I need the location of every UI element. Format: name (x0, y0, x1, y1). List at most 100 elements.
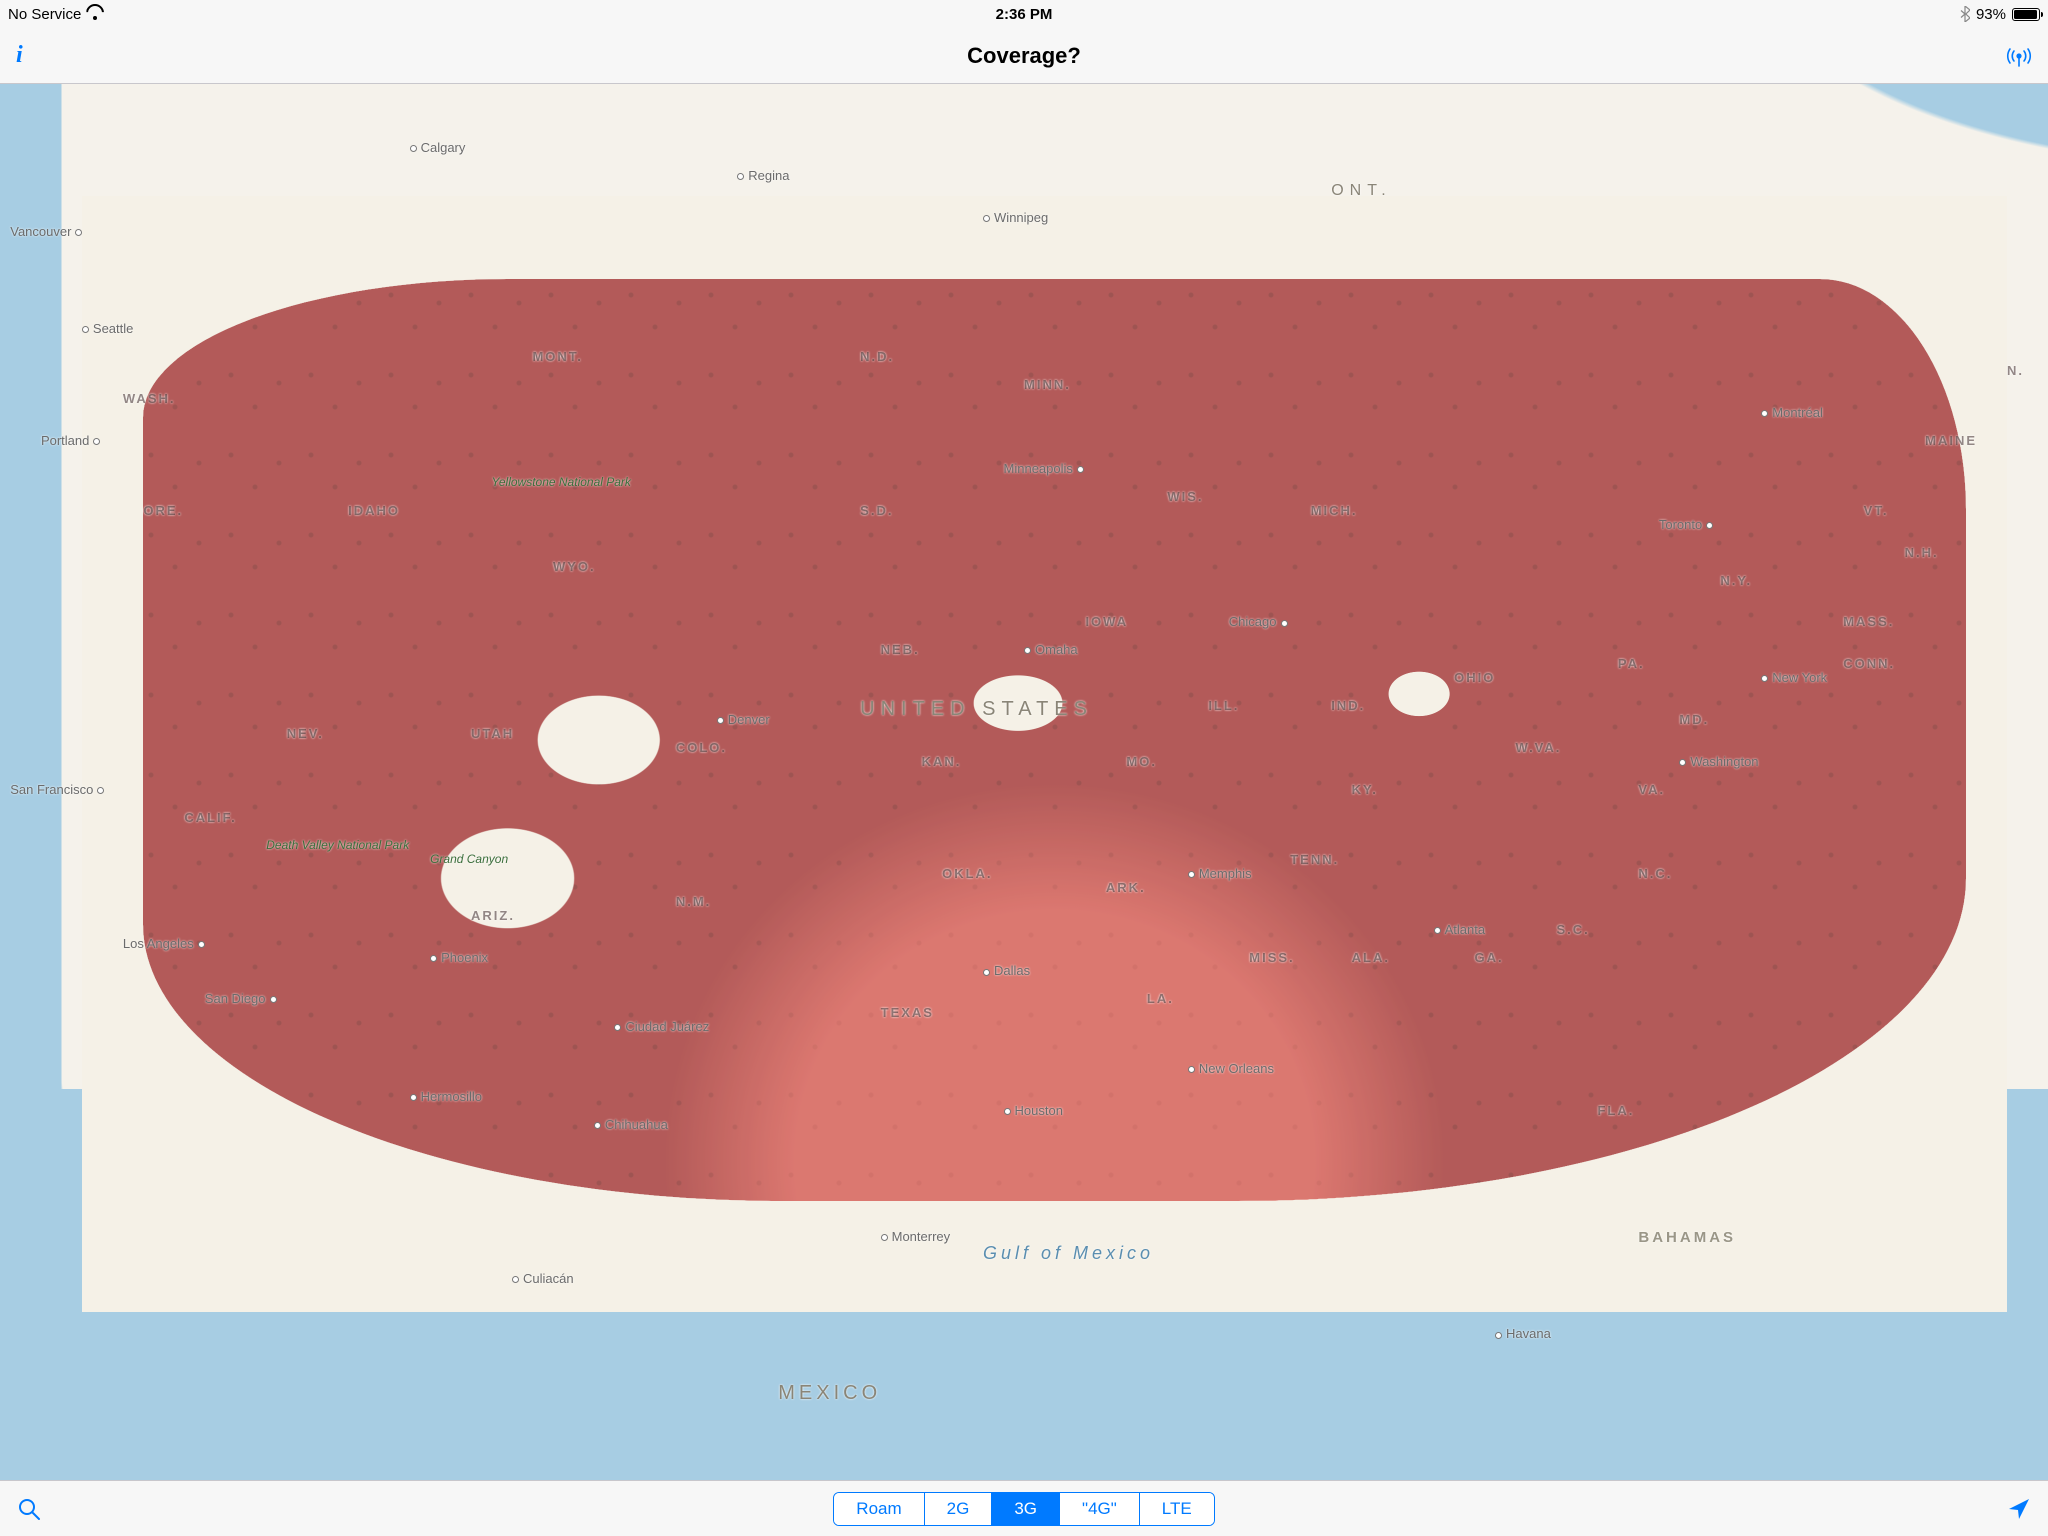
label-city-dallas: Dallas (983, 963, 1030, 978)
seg-3g[interactable]: 3G (992, 1493, 1060, 1525)
label-city-regina: Regina (737, 168, 789, 183)
label-city-phoenix: Phoenix (430, 950, 488, 965)
label-city-denver: Denver (717, 712, 770, 727)
label-state-colo: COLO. (676, 740, 727, 755)
label-state-maine: MAINE (1925, 433, 1977, 448)
label-state-la: LA. (1147, 991, 1174, 1006)
label-state-minn: MINN. (1024, 377, 1071, 392)
label-state-mass: MASS. (1843, 614, 1894, 629)
label-state-n: N. (2007, 363, 2024, 378)
label-city-portland: Portland (41, 433, 100, 448)
label-city-la: Los Angeles (123, 936, 205, 951)
bottom-toolbar: Roam 2G 3G "4G" LTE (0, 1480, 2048, 1536)
label-state-va: VA. (1638, 782, 1665, 797)
label-city-havana: Havana (1495, 1326, 1551, 1341)
antenna-button[interactable] (2006, 43, 2032, 69)
label-city-vancouver: Vancouver (10, 224, 82, 239)
coverage-map[interactable]: UNITED STATES MEXICO ONT. BAHAMAS Gulf o… (0, 84, 2048, 1480)
label-state-ariz: ARIZ. (471, 908, 515, 923)
label-state-calif: CALIF. (184, 810, 236, 825)
label-state-nc: N.C. (1638, 866, 1672, 881)
label-city-calgary: Calgary (410, 140, 466, 155)
locate-button[interactable] (2006, 1496, 2032, 1522)
info-button[interactable]: i (16, 42, 23, 69)
label-state-sd: S.D. (860, 503, 893, 518)
network-segmented-control[interactable]: Roam 2G 3G "4G" LTE (833, 1492, 1214, 1526)
label-state-texas: TEXAS (881, 1005, 934, 1020)
label-state-ore: ORE. (143, 503, 183, 518)
label-state-nd: N.D. (860, 349, 894, 364)
label-state-nev: NEV. (287, 726, 324, 741)
label-state-tenn: TENN. (1290, 852, 1339, 867)
label-city-atlanta: Atlanta (1434, 922, 1485, 937)
label-city-sf: San Francisco (10, 782, 104, 797)
label-country-bahamas: BAHAMAS (1638, 1229, 1736, 1246)
label-city-minneapolis: Minneapolis (1004, 461, 1084, 476)
label-park-yellowstone: Yellowstone National Park (492, 475, 631, 489)
label-state-mont: MONT. (532, 349, 582, 364)
label-city-monterrey: Monterrey (881, 1229, 951, 1244)
wifi-icon (87, 8, 103, 20)
label-state-neb: NEB. (881, 642, 920, 657)
label-state-wash: WASH. (123, 391, 176, 406)
label-state-ark: ARK. (1106, 880, 1146, 895)
label-city-sd: San Diego (205, 991, 277, 1006)
label-city-houston: Houston (1004, 1103, 1063, 1118)
label-state-mo: MO. (1126, 754, 1157, 769)
label-park-death-valley: Death Valley National Park (266, 838, 409, 852)
search-button[interactable] (16, 1496, 42, 1522)
bluetooth-icon (1960, 6, 1970, 22)
label-city-toronto: Toronto (1659, 517, 1713, 532)
label-state-wyo: WYO. (553, 559, 596, 574)
label-city-washington: Washington (1679, 754, 1758, 769)
label-state-mich: MICH. (1311, 503, 1358, 518)
seg-lte[interactable]: LTE (1140, 1493, 1214, 1525)
label-state-wis: WIS. (1167, 489, 1203, 504)
label-state-pa: PA. (1618, 656, 1645, 671)
label-state-ind: IND. (1331, 698, 1365, 713)
label-state-wva: W.VA. (1516, 740, 1562, 755)
label-state-miss: MISS. (1249, 950, 1294, 965)
label-city-chicago: Chicago (1229, 614, 1288, 629)
label-state-okla: OKLA. (942, 866, 992, 881)
label-city-ny: New York (1761, 670, 1827, 685)
label-region-ont: ONT. (1331, 182, 1391, 200)
label-state-ala: ALA. (1352, 950, 1390, 965)
label-state-iowa: IOWA (1085, 614, 1128, 629)
label-country-mexico: MEXICO (778, 1382, 881, 1405)
label-city-omaha: Omaha (1024, 642, 1078, 657)
label-city-seattle: Seattle (82, 321, 133, 336)
label-state-nh: N.H. (1905, 545, 1939, 560)
carrier-label: No Service (8, 6, 81, 23)
label-park-grand-canyon: Grand Canyon (430, 852, 508, 866)
seg-4g[interactable]: "4G" (1060, 1493, 1140, 1525)
label-city-winnipeg: Winnipeg (983, 210, 1048, 225)
label-city-montreal: Montréal (1761, 405, 1823, 420)
label-state-ohio: OHIO (1454, 670, 1495, 685)
label-state-idaho: IDAHO (348, 503, 400, 518)
label-country-us: UNITED STATES (860, 698, 1093, 721)
label-state-md: MD. (1679, 712, 1709, 727)
label-state-ill: ILL. (1208, 698, 1239, 713)
label-state-ky: KY. (1352, 782, 1378, 797)
seg-2g[interactable]: 2G (925, 1493, 993, 1525)
label-state-nm: N.M. (676, 894, 711, 909)
status-bar: No Service 2:36 PM 93% (0, 0, 2048, 28)
label-city-hermosillo: Hermosillo (410, 1089, 482, 1104)
label-state-sc: S.C. (1556, 922, 1589, 937)
label-city-memphis: Memphis (1188, 866, 1252, 881)
label-state-ga: GA. (1475, 950, 1504, 965)
label-state-vt: VT. (1864, 503, 1889, 518)
label-city-chihuahua: Chihuahua (594, 1117, 668, 1132)
page-title: Coverage? (967, 43, 1081, 69)
nav-bar: i Coverage? (0, 28, 2048, 84)
battery-percentage: 93% (1976, 6, 2006, 23)
seg-roam[interactable]: Roam (834, 1493, 924, 1525)
label-state-ny: N.Y. (1720, 573, 1752, 588)
battery-icon (2012, 8, 2040, 21)
label-state-fla: FLA. (1597, 1103, 1634, 1118)
label-city-neworleans: New Orleans (1188, 1061, 1274, 1076)
label-state-kan: KAN. (922, 754, 962, 769)
label-city-juarez: Ciudad Juárez (614, 1019, 709, 1034)
label-gulf: Gulf of Mexico (983, 1243, 1154, 1264)
